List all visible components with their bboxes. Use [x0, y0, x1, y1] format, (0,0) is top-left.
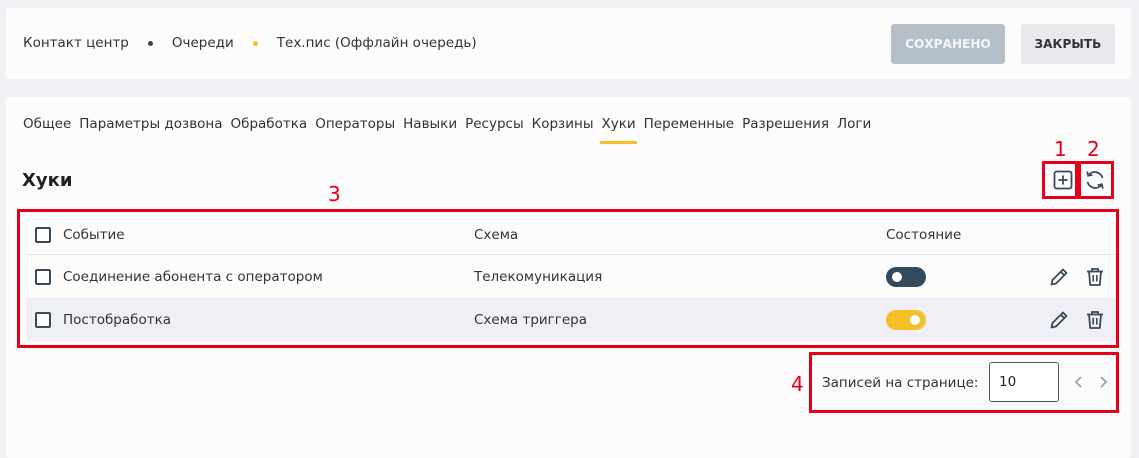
tab-logs[interactable]: Логи — [837, 115, 871, 144]
section-title: Хуки — [22, 170, 73, 191]
annotation-label-2: 2 — [1087, 137, 1100, 161]
annotation-label-4: 4 — [791, 372, 804, 396]
tab-bar: Общее Параметры дозвона Обработка Операт… — [23, 115, 879, 144]
annotation-box-pagination — [809, 352, 1119, 413]
annotation-label-1: 1 — [1054, 137, 1067, 161]
breadcrumb-separator-dot — [252, 40, 258, 46]
close-button[interactable]: ЗАКРЫТЬ — [1021, 24, 1115, 64]
tab-permissions[interactable]: Разрешения — [742, 115, 829, 144]
tab-skills[interactable]: Навыки — [403, 115, 457, 144]
tab-variables[interactable]: Переменные — [644, 115, 734, 144]
tab-general[interactable]: Общее — [23, 115, 71, 144]
annotation-box-table — [17, 209, 1119, 348]
header-card: Контакт центр Очереди Тех.пис (Оффлайн о… — [6, 8, 1131, 79]
tab-resources[interactable]: Ресурсы — [465, 115, 524, 144]
tab-dial-params[interactable]: Параметры дозвона — [79, 115, 222, 144]
tab-baskets[interactable]: Корзины — [532, 115, 594, 144]
breadcrumb-item-current: Тех.пис (Оффлайн очередь) — [276, 35, 477, 51]
tab-processing[interactable]: Обработка — [231, 115, 308, 144]
breadcrumb: Контакт центр Очереди Тех.пис (Оффлайн о… — [23, 35, 477, 51]
saved-button[interactable]: СОХРАНЕНО — [891, 24, 1005, 64]
tab-hooks[interactable]: Хуки — [600, 115, 637, 144]
tab-operators[interactable]: Операторы — [315, 115, 395, 144]
breadcrumb-separator-dot — [147, 40, 153, 46]
annotation-box-add — [1042, 161, 1078, 199]
breadcrumb-item-queues[interactable]: Очереди — [172, 35, 234, 51]
annotation-label-3: 3 — [328, 182, 341, 206]
annotation-box-refresh — [1078, 161, 1114, 199]
breadcrumb-item-contact-center[interactable]: Контакт центр — [23, 35, 129, 51]
